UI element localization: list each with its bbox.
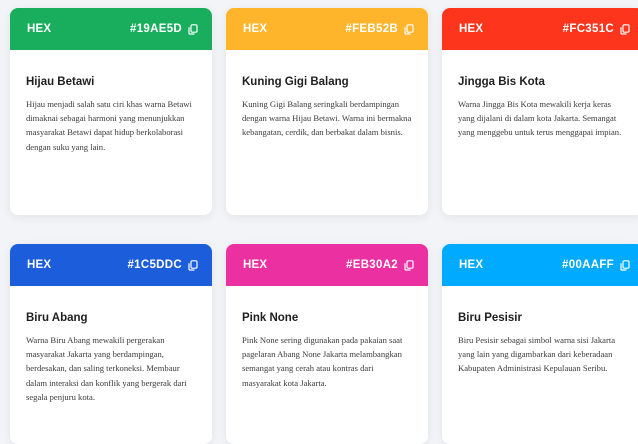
hex-copy-group[interactable]: #19AE5D (130, 23, 198, 35)
hex-copy-group[interactable]: #FC351C (563, 23, 630, 35)
color-description: Pink None sering digunakan pada pakaian … (242, 335, 403, 388)
color-card-header: HEX #FEB52B (226, 8, 428, 50)
hex-copy-group[interactable]: #EB30A2 (346, 259, 414, 271)
color-card-biru-pesisir: HEX #00AAFF Biru Pesisir Biru Pesisir se… (442, 244, 638, 444)
color-card-header: HEX #00AAFF (442, 244, 638, 286)
color-description: Kuning Gigi Balang seringkali berdamping… (242, 99, 412, 138)
copy-icon[interactable] (404, 23, 414, 35)
color-description: Biru Pesisir sebagai simbol warna sisi J… (458, 335, 616, 374)
color-description: Warna Biru Abang mewakili pergerakan mas… (26, 335, 187, 402)
color-card-biru-abang: HEX #1C5DDC Biru Abang Warna Biru Abang … (10, 244, 212, 444)
color-card-header: HEX #1C5DDC (10, 244, 212, 286)
hex-label: HEX (459, 259, 484, 271)
color-name: Kuning Gigi Balang (242, 76, 349, 88)
hex-label: HEX (27, 259, 52, 271)
copy-icon[interactable] (188, 259, 198, 271)
color-card-jingga-bis-kota: HEX #FC351C Jingga Bis Kota Warna Jingga… (442, 8, 638, 215)
hex-code[interactable]: #FEB52B (345, 23, 398, 35)
hex-label: HEX (243, 259, 268, 271)
hex-code[interactable]: #00AAFF (562, 259, 614, 271)
hex-copy-group[interactable]: #FEB52B (345, 23, 414, 35)
color-palette-grid: HEX #19AE5D Hijau Betawi Hijau menjadi s… (0, 0, 638, 444)
color-name: Jingga Bis Kota (458, 76, 545, 88)
color-card-header: HEX #19AE5D (10, 8, 212, 50)
hex-code[interactable]: #1C5DDC (127, 259, 182, 271)
color-description: Warna Jingga Bis Kota mewakili kerja ker… (458, 99, 622, 138)
hex-label: HEX (243, 23, 268, 35)
copy-icon[interactable] (620, 259, 630, 271)
hex-copy-group[interactable]: #00AAFF (562, 259, 630, 271)
hex-label: HEX (459, 23, 484, 35)
hex-label: HEX (27, 23, 52, 35)
color-name: Hijau Betawi (26, 76, 95, 88)
hex-code[interactable]: #FC351C (563, 23, 614, 35)
color-name: Pink None (242, 312, 299, 324)
color-card-kuning-gigi-balang: HEX #FEB52B Kuning Gigi Balang Kuning Gi… (226, 8, 428, 215)
color-description: Hijau menjadi salah satu ciri khas warna… (26, 99, 192, 152)
color-card-header: HEX #FC351C (442, 8, 638, 50)
hex-code[interactable]: #19AE5D (130, 23, 182, 35)
copy-icon[interactable] (188, 23, 198, 35)
color-card-header: HEX #EB30A2 (226, 244, 428, 286)
color-card-hijau-betawi: HEX #19AE5D Hijau Betawi Hijau menjadi s… (10, 8, 212, 215)
color-name: Biru Pesisir (458, 312, 522, 324)
copy-icon[interactable] (404, 259, 414, 271)
hex-code[interactable]: #EB30A2 (346, 259, 398, 271)
hex-copy-group[interactable]: #1C5DDC (127, 259, 198, 271)
color-name: Biru Abang (26, 312, 88, 324)
color-card-pink-none: HEX #EB30A2 Pink None Pink None sering d… (226, 244, 428, 444)
copy-icon[interactable] (620, 23, 630, 35)
